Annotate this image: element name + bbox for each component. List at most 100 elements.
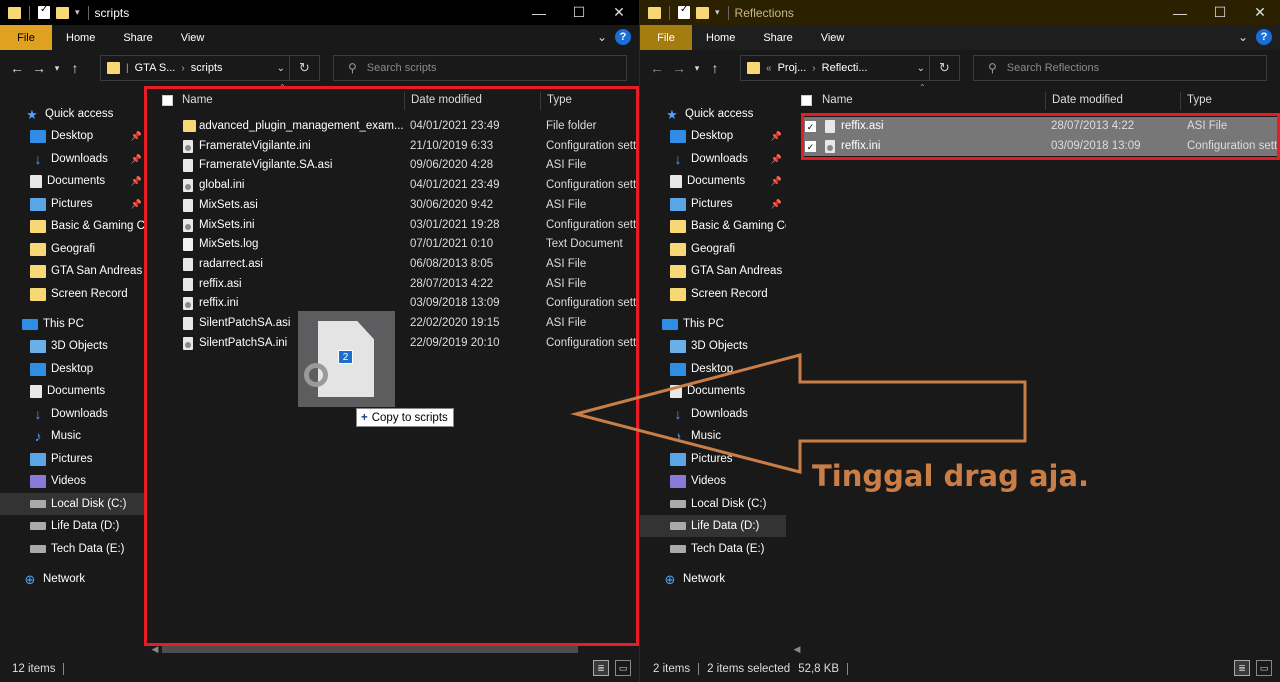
address-dropdown-chevron-icon[interactable]: ⌄ xyxy=(917,63,925,74)
sidebar-item-screen-record[interactable]: Screen Record xyxy=(0,283,146,305)
breadcrumb-item[interactable]: scripts xyxy=(191,62,223,74)
help-icon[interactable]: ? xyxy=(615,29,631,45)
sidebar-item-tech-data-e[interactable]: Tech Data (E:) xyxy=(0,538,146,560)
sidebar-item-desktop-pc[interactable]: Desktop xyxy=(640,358,786,380)
file-row[interactable]: FramerateVigilante.ini 21/10/2019 6:33 Con… xyxy=(148,137,638,157)
sidebar-item-gta-san-andreas[interactable]: GTA San Andreas xyxy=(0,260,146,282)
sidebar-item-this-pc[interactable]: This PC xyxy=(0,313,146,335)
minimize-button[interactable]: — xyxy=(1160,0,1200,25)
sidebar-item-network[interactable]: ⊕ Network xyxy=(0,568,146,590)
maximize-button[interactable]: ☐ xyxy=(559,0,599,25)
sidebar-item-downloads-pc[interactable]: ↓ Downloads xyxy=(0,403,146,425)
file-row[interactable]: FramerateVigilante.SA.asi 09/06/2020 4:28… xyxy=(148,156,638,176)
sidebar-item-downloads[interactable]: ↓ Downloads 📌 xyxy=(640,148,786,170)
sidebar-item-quick-access[interactable]: ★ Quick access xyxy=(0,103,146,125)
sidebar-item-videos[interactable]: Videos xyxy=(0,470,146,492)
refresh-icon[interactable]: ↻ xyxy=(289,56,319,80)
back-arrow-icon[interactable]: ← xyxy=(646,60,668,76)
column-header-type[interactable]: Type xyxy=(1180,92,1280,110)
details-view-icon[interactable]: ≣ xyxy=(1234,660,1250,676)
row-checkbox[interactable]: ✓ xyxy=(805,121,816,132)
select-all-checkbox[interactable] xyxy=(801,95,812,106)
sidebar-item-music[interactable]: ♪ Music xyxy=(640,425,786,447)
customize-toolbar-chevron-icon[interactable]: ▾ xyxy=(75,7,80,18)
expand-ribbon-chevron-icon[interactable]: ⌄ xyxy=(1238,30,1248,44)
column-header-type[interactable]: Type xyxy=(540,92,638,110)
sidebar-item-quick-access[interactable]: ★ Quick access xyxy=(640,103,786,125)
sidebar-item-music[interactable]: ♪ Music xyxy=(0,425,146,447)
large-icons-view-icon[interactable]: ▭ xyxy=(1256,660,1272,676)
new-folder-icon[interactable] xyxy=(56,6,69,19)
file-row[interactable]: MixSets.asi 30/06/2020 9:42 ASI File xyxy=(148,196,638,216)
tab-file[interactable]: File xyxy=(640,25,692,50)
sidebar-item-life-data-d[interactable]: Life Data (D:) xyxy=(640,515,786,537)
close-button[interactable]: ✕ xyxy=(599,0,639,25)
scroll-left-icon[interactable]: ◀ xyxy=(790,644,804,655)
sidebar-item-basic-gaming[interactable]: Basic & Gaming Co xyxy=(640,215,786,237)
sidebar-item-local-disk-c[interactable]: Local Disk (C:) xyxy=(640,493,786,515)
sidebar-item-tech-data-e[interactable]: Tech Data (E:) xyxy=(640,538,786,560)
search-input[interactable]: ⚲ Search Reflections xyxy=(973,55,1267,81)
breadcrumb-item[interactable]: Reflecti... xyxy=(822,62,868,74)
details-view-icon[interactable]: ≣ xyxy=(593,660,609,676)
tab-share[interactable]: Share xyxy=(109,25,166,50)
sidebar-item-documents[interactable]: Documents 📌 xyxy=(0,170,146,192)
address-dropdown-chevron-icon[interactable]: ⌄ xyxy=(277,63,285,74)
sidebar-item-desktop[interactable]: Desktop 📌 xyxy=(640,125,786,147)
sidebar-item-gta-san-andreas[interactable]: GTA San Andreas xyxy=(640,260,786,282)
sidebar-item-geografi[interactable]: Geografi xyxy=(640,238,786,260)
tab-view[interactable]: View xyxy=(167,25,219,50)
sidebar-item-3d-objects[interactable]: 3D Objects xyxy=(0,335,146,357)
refresh-icon[interactable]: ↻ xyxy=(929,56,959,80)
tab-file[interactable]: File xyxy=(0,25,52,50)
customize-toolbar-chevron-icon[interactable]: ▾ xyxy=(715,7,720,18)
breadcrumb-chevron-icon[interactable]: › xyxy=(181,63,184,74)
sidebar-item-documents[interactable]: Documents 📌 xyxy=(640,170,786,192)
column-header-date[interactable]: Date modified xyxy=(1045,92,1180,110)
breadcrumb-item[interactable]: GTA S... xyxy=(135,62,176,74)
sidebar-item-documents-pc[interactable]: Documents xyxy=(0,380,146,402)
breadcrumb-overflow[interactable]: « xyxy=(766,63,772,74)
file-row[interactable]: advanced_plugin_management_exam... 04/01/… xyxy=(148,117,638,137)
file-row[interactable]: global.ini 04/01/2021 23:49 Configuration … xyxy=(148,176,638,196)
up-arrow-icon[interactable]: ↑ xyxy=(64,60,86,76)
expand-ribbon-chevron-icon[interactable]: ⌄ xyxy=(597,30,607,44)
file-row[interactable]: ✓ reffix.ini 03/09/2018 13:09 Configuration… xyxy=(801,136,1277,157)
tab-share[interactable]: Share xyxy=(749,25,806,50)
maximize-button[interactable]: ☐ xyxy=(1200,0,1240,25)
help-icon[interactable]: ? xyxy=(1256,29,1272,45)
sidebar-item-basic-gaming[interactable]: Basic & Gaming Co xyxy=(0,215,146,237)
search-input[interactable]: ⚲ Search scripts xyxy=(333,55,627,81)
properties-icon[interactable] xyxy=(38,4,50,19)
scrollbar-thumb[interactable] xyxy=(162,645,578,653)
sidebar-item-local-disk-c[interactable]: Local Disk (C:) xyxy=(0,493,146,515)
column-header-name[interactable]: Name xyxy=(176,92,404,110)
file-row[interactable]: ✓ reffix.asi 28/07/2013 4:22 ASI File xyxy=(801,117,1277,137)
select-all-checkbox[interactable] xyxy=(162,95,173,106)
recent-locations-chevron-icon[interactable]: ▾ xyxy=(50,63,64,74)
file-row[interactable]: reffix.asi 28/07/2013 4:22 ASI File xyxy=(148,275,638,295)
sidebar-item-this-pc[interactable]: This PC xyxy=(640,313,786,335)
sidebar-item-3d-objects[interactable]: 3D Objects xyxy=(640,335,786,357)
horizontal-scrollbar[interactable]: ◀ xyxy=(148,641,638,657)
minimize-button[interactable]: — xyxy=(519,0,559,25)
large-icons-view-icon[interactable]: ▭ xyxy=(615,660,631,676)
new-folder-icon[interactable] xyxy=(696,6,709,19)
recent-locations-chevron-icon[interactable]: ▾ xyxy=(690,63,704,74)
column-header-name[interactable]: Name xyxy=(816,92,1046,110)
sidebar-item-pictures[interactable]: Pictures 📌 xyxy=(640,193,786,215)
up-arrow-icon[interactable]: ↑ xyxy=(704,60,726,76)
sidebar-item-documents-pc[interactable]: Documents xyxy=(640,380,786,402)
breadcrumb-chevron-icon[interactable]: › xyxy=(812,63,815,74)
sidebar-item-videos[interactable]: Videos xyxy=(640,470,786,492)
file-row[interactable]: MixSets.ini 03/01/2021 19:28 Configuration… xyxy=(148,216,638,236)
sidebar-item-desktop[interactable]: Desktop 📌 xyxy=(0,125,146,147)
sidebar-item-downloads-pc[interactable]: ↓ Downloads xyxy=(640,403,786,425)
sidebar-item-desktop-pc[interactable]: Desktop xyxy=(0,358,146,380)
tab-view[interactable]: View xyxy=(807,25,859,50)
sidebar-item-downloads[interactable]: ↓ Downloads 📌 xyxy=(0,148,146,170)
sidebar-item-life-data-d[interactable]: Life Data (D:) xyxy=(0,515,146,537)
close-button[interactable]: ✕ xyxy=(1240,0,1280,25)
tab-home[interactable]: Home xyxy=(52,25,109,50)
sidebar-item-pictures-pc[interactable]: Pictures xyxy=(640,448,786,470)
